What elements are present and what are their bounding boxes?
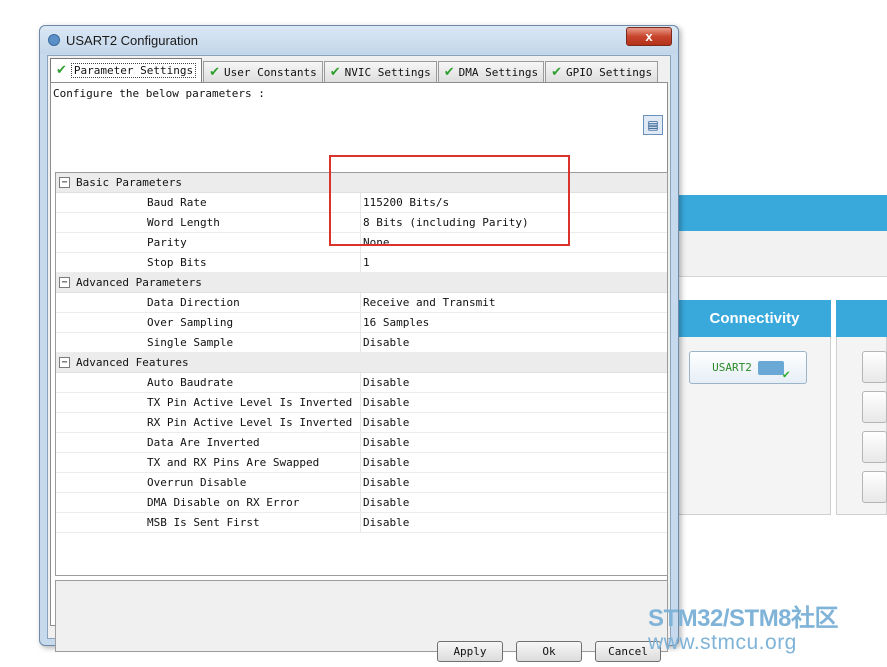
param-name: Single Sample: [56, 333, 361, 352]
collapse-icon[interactable]: −: [59, 277, 70, 288]
param-value[interactable]: Disable: [361, 376, 667, 389]
watermark-title: STM32/STM8社区: [648, 605, 839, 632]
side-peripheral-button-3[interactable]: [862, 431, 887, 463]
param-name: Parity: [56, 233, 361, 252]
check-icon: ✔: [329, 64, 341, 80]
param-value[interactable]: Receive and Transmit: [361, 296, 667, 309]
section-basic-parameters[interactable]: − Basic Parameters: [56, 173, 667, 193]
list-view-toggle-button[interactable]: ▤: [643, 115, 663, 135]
section-title: Advanced Features: [76, 356, 189, 369]
intro-text: Configure the below parameters :: [53, 87, 265, 100]
close-icon: x: [645, 29, 653, 44]
param-row-data-inverted[interactable]: Data Are Inverted Disable: [56, 433, 667, 453]
param-name: Word Length: [56, 213, 361, 232]
tab-nvic-settings[interactable]: ✔ NVIC Settings: [323, 61, 437, 82]
param-row-rx-pin-inverted[interactable]: RX Pin Active Level Is Inverted Disable: [56, 413, 667, 433]
param-row-auto-baudrate[interactable]: Auto Baudrate Disable: [56, 373, 667, 393]
usart2-configuration-dialog: USART2 Configuration x ✔ Parameter Setti…: [39, 25, 679, 662]
section-advanced-parameters[interactable]: − Advanced Parameters: [56, 273, 667, 293]
watermark-url: www.stmcu.org: [648, 631, 797, 654]
serial-port-icon: [757, 360, 790, 381]
check-icon: ✔: [443, 64, 455, 80]
tab-label: GPIO Settings: [566, 65, 653, 79]
tab-label: Parameter Settings: [70, 63, 197, 78]
parameters-grid: − Basic Parameters Baud Rate 115200 Bits…: [55, 172, 668, 576]
param-row-single-sample[interactable]: Single Sample Disable: [56, 333, 667, 353]
section-advanced-features[interactable]: − Advanced Features: [56, 353, 667, 373]
side-peripheral-button-1[interactable]: [862, 351, 887, 383]
tab-label: DMA Settings: [458, 65, 539, 79]
param-row-parity[interactable]: Parity None: [56, 233, 667, 253]
param-name: Overrun Disable: [56, 473, 361, 492]
param-name: MSB Is Sent First: [56, 513, 361, 532]
param-row-over-sampling[interactable]: Over Sampling 16 Samples: [56, 313, 667, 333]
next-panel-header: [836, 300, 887, 337]
param-row-stop-bits[interactable]: Stop Bits 1: [56, 253, 667, 273]
param-value[interactable]: 8 Bits (including Parity): [361, 216, 667, 229]
param-value[interactable]: Disable: [361, 336, 667, 349]
collapse-icon[interactable]: −: [59, 357, 70, 368]
param-value[interactable]: Disable: [361, 476, 667, 489]
check-icon: ✔: [56, 63, 67, 78]
param-value[interactable]: Disable: [361, 496, 667, 509]
param-name: Baud Rate: [56, 193, 361, 212]
param-row-msb-first[interactable]: MSB Is Sent First Disable: [56, 513, 667, 533]
param-name: RX Pin Active Level Is Inverted: [56, 413, 361, 432]
window-title: USART2 Configuration: [66, 32, 198, 48]
param-row-dma-disable-rx-error[interactable]: DMA Disable on RX Error Disable: [56, 493, 667, 513]
param-value[interactable]: 16 Samples: [361, 316, 667, 329]
param-name: DMA Disable on RX Error: [56, 493, 361, 512]
tab-user-constants[interactable]: ✔ User Constants: [203, 61, 323, 82]
param-value[interactable]: Disable: [361, 456, 667, 469]
list-view-icon: ▤: [647, 118, 659, 132]
tab-parameter-settings[interactable]: ✔ Parameter Settings: [50, 58, 203, 82]
param-row-word-length[interactable]: Word Length 8 Bits (including Parity): [56, 213, 667, 233]
check-icon: ✔: [551, 64, 563, 80]
tab-label: NVIC Settings: [344, 65, 431, 79]
apply-button[interactable]: Apply: [437, 641, 503, 662]
tab-strip: ✔ Parameter Settings ✔ User Constants ✔ …: [50, 58, 659, 82]
connectivity-panel-title: Connectivity: [678, 300, 831, 337]
side-peripheral-button-2[interactable]: [862, 391, 887, 423]
param-value[interactable]: Disable: [361, 396, 667, 409]
param-value[interactable]: 1: [361, 256, 667, 269]
param-name: Auto Baudrate: [56, 373, 361, 392]
parameter-settings-page: Configure the below parameters : ▤ − Bas…: [50, 82, 668, 652]
tab-dma-settings[interactable]: ✔ DMA Settings: [437, 61, 545, 82]
param-value[interactable]: Disable: [361, 416, 667, 429]
param-row-baud-rate[interactable]: Baud Rate 115200 Bits/s: [56, 193, 667, 213]
background-grey-band: [678, 231, 887, 277]
param-name: Data Are Inverted: [56, 433, 361, 452]
check-icon: ✔: [209, 64, 221, 80]
param-row-overrun-disable[interactable]: Overrun Disable Disable: [56, 473, 667, 493]
param-name: Data Direction: [56, 293, 361, 312]
title-bar[interactable]: USART2 Configuration x: [40, 26, 678, 54]
param-name: TX and RX Pins Are Swapped: [56, 453, 361, 472]
param-name: Stop Bits: [56, 253, 361, 272]
app-icon: [48, 34, 60, 46]
section-title: Advanced Parameters: [76, 276, 202, 289]
param-row-data-direction[interactable]: Data Direction Receive and Transmit: [56, 293, 667, 313]
tab-gpio-settings[interactable]: ✔ GPIO Settings: [545, 61, 659, 82]
param-value[interactable]: Disable: [361, 516, 667, 529]
section-title: Basic Parameters: [76, 176, 182, 189]
param-name: TX Pin Active Level Is Inverted: [56, 393, 361, 412]
usart2-peripheral-button[interactable]: USART2: [689, 351, 807, 384]
param-value[interactable]: 115200 Bits/s: [361, 196, 667, 209]
param-value[interactable]: Disable: [361, 436, 667, 449]
ok-button[interactable]: Ok: [516, 641, 582, 662]
dialog-client-area: ✔ Parameter Settings ✔ User Constants ✔ …: [47, 55, 671, 662]
watermark: STM32/STM8社区 www.stmcu.org: [648, 606, 887, 654]
tab-label: User Constants: [224, 65, 317, 79]
background-toolbar-band: [678, 195, 887, 231]
usart2-peripheral-label: USART2: [712, 361, 752, 374]
param-row-pins-swapped[interactable]: TX and RX Pins Are Swapped Disable: [56, 453, 667, 473]
close-button[interactable]: x: [626, 27, 672, 46]
side-peripheral-button-4[interactable]: [862, 471, 887, 503]
collapse-icon[interactable]: −: [59, 177, 70, 188]
param-row-tx-pin-inverted[interactable]: TX Pin Active Level Is Inverted Disable: [56, 393, 667, 413]
param-value[interactable]: None: [361, 236, 667, 249]
param-name: Over Sampling: [56, 313, 361, 332]
